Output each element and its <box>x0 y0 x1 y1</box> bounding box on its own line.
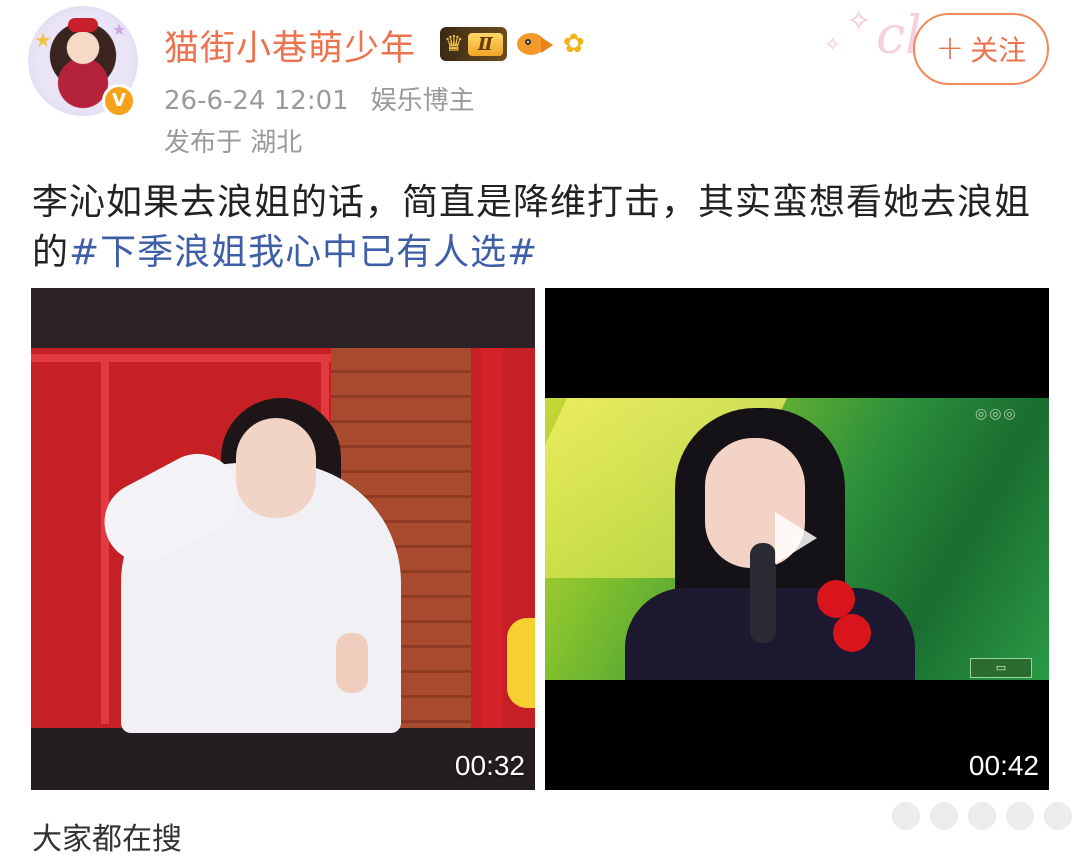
hot-search-label: 大家都在搜 <box>32 822 182 857</box>
post-content: 李沁如果去浪姐的话，简直是降维打击，其实蛮想看她去浪姐的#下季浪姐我心中已有人选… <box>32 178 1052 278</box>
verified-icon: V <box>102 84 136 118</box>
crown-icon: ♛ <box>444 31 464 57</box>
avatar <box>1004 800 1036 832</box>
sunflower-icon[interactable]: ✿ <box>563 29 585 59</box>
avatar <box>966 800 998 832</box>
sparkle-icon: ✧ <box>824 32 841 56</box>
avatar-hair-bow <box>68 18 98 32</box>
liked-avatars[interactable] <box>890 800 1074 832</box>
avatar-star-icon: ★ <box>34 28 52 52</box>
member-level-badge[interactable]: ♛ Ⅱ <box>440 27 507 61</box>
post-meta: 26-6-24 12:01 娱乐博主 <box>164 80 475 117</box>
video-thumbnail[interactable]: 00:32 <box>31 288 535 790</box>
video-thumbnail[interactable]: ◎◎◎ ▭ 00:42 <box>545 288 1049 790</box>
sparkle-icon: ✧ <box>846 4 872 39</box>
username[interactable]: 猫街小巷萌少年 <box>164 20 416 71</box>
post-time: 26-6-24 12:01 <box>164 86 349 116</box>
level-label: Ⅱ <box>467 32 503 56</box>
avatar <box>890 800 922 832</box>
avatar <box>1042 800 1074 832</box>
video-frame <box>31 288 535 790</box>
hashtag-link[interactable]: #下季浪姐我心中已有人选# <box>69 232 538 273</box>
video-duration: 00:42 <box>968 750 1039 781</box>
user-badges: ♛ Ⅱ ✿ <box>440 24 585 64</box>
post-location: 发布于 湖北 <box>164 128 303 158</box>
follow-label: 关注 <box>970 34 1027 67</box>
follow-button[interactable]: + 关注 <box>913 13 1049 85</box>
tv-logo-icon: ▭ <box>970 658 1032 678</box>
video-duration: 00:32 <box>454 750 525 781</box>
avatar-star-icon: ★ <box>112 20 127 39</box>
user-role: 娱乐博主 <box>370 86 475 116</box>
play-icon[interactable] <box>775 512 817 564</box>
plus-icon: + <box>935 28 965 68</box>
channel-logo-icon: ◎◎◎ <box>975 406 1018 422</box>
fish-icon[interactable] <box>515 29 555 59</box>
avatar[interactable]: ★ ★ V <box>28 6 138 118</box>
avatar <box>928 800 960 832</box>
